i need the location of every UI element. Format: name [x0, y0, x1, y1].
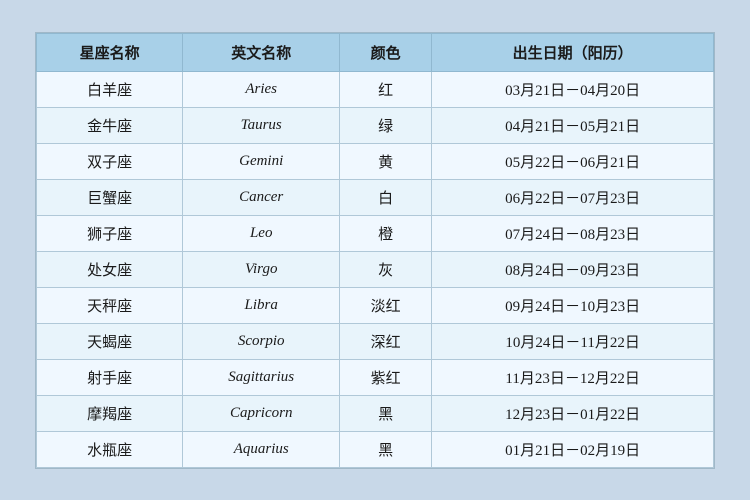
col-header-color: 颜色 — [340, 33, 432, 71]
cell-chinese: 射手座 — [37, 359, 183, 395]
cell-date: 07月24日－08月23日 — [432, 215, 714, 251]
table-row: 处女座Virgo灰08月24日－09月23日 — [37, 251, 714, 287]
zodiac-table: 星座名称 英文名称 颜色 出生日期（阳历） 白羊座Aries红03月21日－04… — [36, 33, 714, 468]
cell-english: Capricorn — [183, 395, 340, 431]
cell-color: 红 — [340, 71, 432, 107]
table-row: 金牛座Taurus绿04月21日－05月21日 — [37, 107, 714, 143]
cell-english: Gemini — [183, 143, 340, 179]
cell-date: 03月21日－04月20日 — [432, 71, 714, 107]
cell-color: 紫红 — [340, 359, 432, 395]
cell-color: 黑 — [340, 431, 432, 467]
cell-date: 12月23日－01月22日 — [432, 395, 714, 431]
table-row: 射手座Sagittarius紫红11月23日－12月22日 — [37, 359, 714, 395]
cell-date: 01月21日－02月19日 — [432, 431, 714, 467]
table-row: 狮子座Leo橙07月24日－08月23日 — [37, 215, 714, 251]
cell-chinese: 狮子座 — [37, 215, 183, 251]
cell-english: Sagittarius — [183, 359, 340, 395]
cell-color: 白 — [340, 179, 432, 215]
table-row: 摩羯座Capricorn黑12月23日－01月22日 — [37, 395, 714, 431]
cell-color: 黄 — [340, 143, 432, 179]
table-body: 白羊座Aries红03月21日－04月20日金牛座Taurus绿04月21日－0… — [37, 71, 714, 467]
cell-date: 09月24日－10月23日 — [432, 287, 714, 323]
cell-english: Taurus — [183, 107, 340, 143]
cell-chinese: 摩羯座 — [37, 395, 183, 431]
col-header-chinese: 星座名称 — [37, 33, 183, 71]
cell-date: 08月24日－09月23日 — [432, 251, 714, 287]
cell-chinese: 处女座 — [37, 251, 183, 287]
table-row: 天秤座Libra淡红09月24日－10月23日 — [37, 287, 714, 323]
cell-english: Cancer — [183, 179, 340, 215]
cell-chinese: 双子座 — [37, 143, 183, 179]
table-row: 白羊座Aries红03月21日－04月20日 — [37, 71, 714, 107]
cell-chinese: 金牛座 — [37, 107, 183, 143]
cell-english: Aries — [183, 71, 340, 107]
table-row: 双子座Gemini黄05月22日－06月21日 — [37, 143, 714, 179]
cell-date: 11月23日－12月22日 — [432, 359, 714, 395]
cell-chinese: 天秤座 — [37, 287, 183, 323]
cell-english: Aquarius — [183, 431, 340, 467]
col-header-english: 英文名称 — [183, 33, 340, 71]
cell-chinese: 白羊座 — [37, 71, 183, 107]
cell-color: 淡红 — [340, 287, 432, 323]
table-row: 巨蟹座Cancer白06月22日－07月23日 — [37, 179, 714, 215]
cell-color: 深红 — [340, 323, 432, 359]
zodiac-table-container: 星座名称 英文名称 颜色 出生日期（阳历） 白羊座Aries红03月21日－04… — [35, 32, 715, 469]
cell-english: Libra — [183, 287, 340, 323]
cell-date: 04月21日－05月21日 — [432, 107, 714, 143]
cell-date: 10月24日－11月22日 — [432, 323, 714, 359]
cell-color: 灰 — [340, 251, 432, 287]
col-header-date: 出生日期（阳历） — [432, 33, 714, 71]
cell-date: 06月22日－07月23日 — [432, 179, 714, 215]
table-row: 天蝎座Scorpio深红10月24日－11月22日 — [37, 323, 714, 359]
cell-date: 05月22日－06月21日 — [432, 143, 714, 179]
cell-color: 橙 — [340, 215, 432, 251]
cell-english: Virgo — [183, 251, 340, 287]
cell-chinese: 水瓶座 — [37, 431, 183, 467]
cell-color: 黑 — [340, 395, 432, 431]
cell-english: Scorpio — [183, 323, 340, 359]
cell-english: Leo — [183, 215, 340, 251]
cell-color: 绿 — [340, 107, 432, 143]
table-row: 水瓶座Aquarius黑01月21日－02月19日 — [37, 431, 714, 467]
cell-chinese: 巨蟹座 — [37, 179, 183, 215]
table-header-row: 星座名称 英文名称 颜色 出生日期（阳历） — [37, 33, 714, 71]
cell-chinese: 天蝎座 — [37, 323, 183, 359]
